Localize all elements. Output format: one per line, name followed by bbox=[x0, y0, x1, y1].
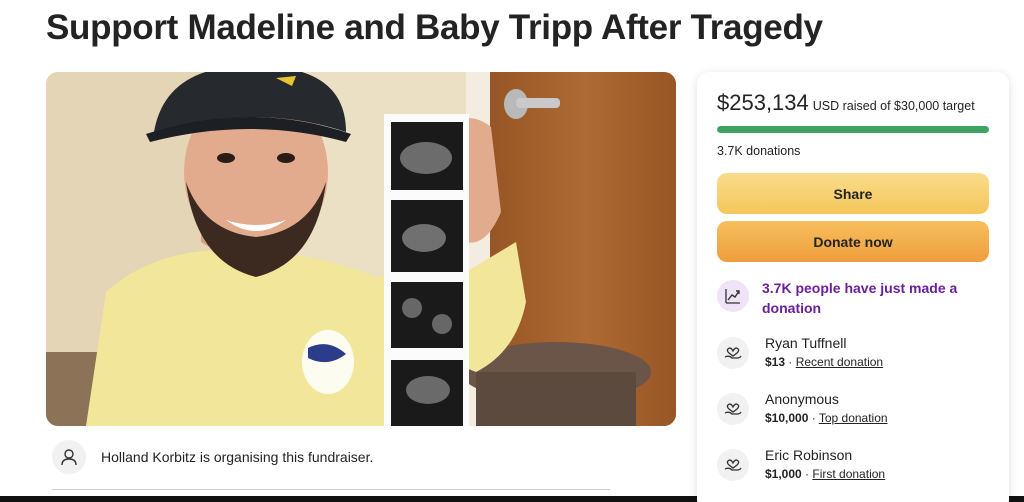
donor-name: Eric Robinson bbox=[765, 447, 853, 463]
donor-meta: $10,000 · Top donation bbox=[765, 411, 888, 425]
donor-amount: $13 bbox=[765, 355, 786, 369]
donor-meta: $13 · Recent donation bbox=[765, 355, 883, 369]
donor-meta: $1,000 · First donation bbox=[765, 467, 885, 481]
donor-row: Anonymous $10,000 · Top donation bbox=[717, 390, 989, 425]
donor-amount: $10,000 bbox=[765, 411, 809, 425]
share-button[interactable]: Share bbox=[717, 173, 989, 214]
heart-hand-icon bbox=[717, 337, 749, 369]
organiser-text: Holland Korbitz is organising this fundr… bbox=[101, 449, 374, 465]
heart-hand-icon bbox=[717, 449, 749, 481]
recent-activity-text: 3.7K people have just made a donation bbox=[762, 280, 958, 316]
donor-name: Anonymous bbox=[765, 391, 839, 407]
progress-fill bbox=[717, 126, 989, 133]
trending-up-icon bbox=[717, 280, 749, 312]
donor-info: Ryan Tuffnell $13 · Recent donation bbox=[765, 334, 883, 369]
donation-tag-link[interactable]: Recent donation bbox=[796, 355, 883, 369]
donor-info: Anonymous $10,000 · Top donation bbox=[765, 390, 888, 425]
donor-list: Ryan Tuffnell $13 · Recent donation Anonym… bbox=[717, 334, 989, 481]
donations-count: 3.7K donations bbox=[717, 144, 801, 158]
donor-name: Ryan Tuffnell bbox=[765, 335, 847, 351]
person-icon bbox=[52, 440, 86, 474]
meta-separator: · bbox=[785, 355, 796, 369]
donation-tag-link[interactable]: Top donation bbox=[819, 411, 888, 425]
meta-separator: · bbox=[801, 467, 813, 481]
divider bbox=[52, 489, 610, 490]
organiser-row: Holland Korbitz is organising this fundr… bbox=[52, 440, 373, 474]
donation-tag-link[interactable]: First donation bbox=[812, 467, 885, 481]
donate-now-button[interactable]: Donate now bbox=[717, 221, 989, 262]
heart-hand-icon bbox=[717, 393, 749, 425]
meta-separator: · bbox=[808, 411, 819, 425]
donor-info: Eric Robinson $1,000 · First donation bbox=[765, 446, 885, 481]
donor-row: Eric Robinson $1,000 · First donation bbox=[717, 446, 989, 481]
raised-amount: $253,134 bbox=[717, 90, 809, 115]
donor-row: Ryan Tuffnell $13 · Recent donation bbox=[717, 334, 989, 369]
recent-activity-banner: 3.7K people have just made a donation bbox=[717, 278, 989, 318]
raised-target-text: USD raised of $30,000 target bbox=[812, 99, 975, 113]
donor-amount: $1,000 bbox=[765, 467, 802, 481]
amount-raised: $253,134 USD raised of $30,000 target bbox=[717, 90, 989, 116]
hero-image bbox=[46, 72, 676, 426]
progress-bar bbox=[717, 126, 989, 133]
donation-card: $253,134 USD raised of $30,000 target 3.… bbox=[697, 72, 1009, 502]
page-title: Support Madeline and Baby Tripp After Tr… bbox=[46, 8, 823, 47]
